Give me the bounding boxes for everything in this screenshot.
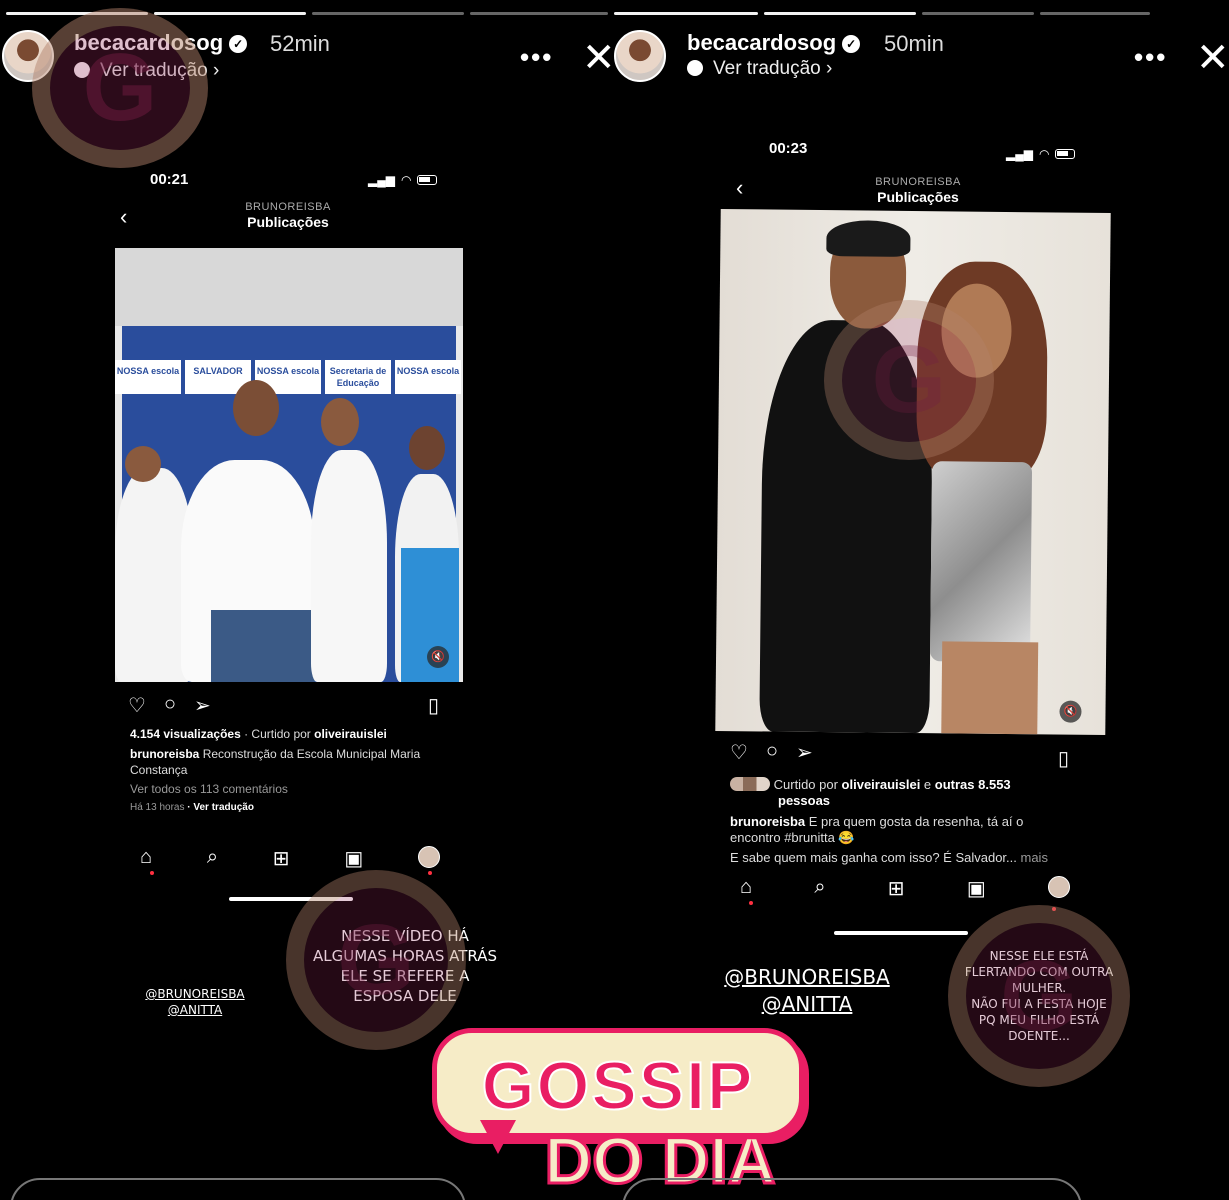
verified-icon: ✓	[842, 35, 861, 53]
person-head	[409, 426, 445, 470]
watermark-logo: G	[948, 905, 1130, 1087]
banner-1: NOSSA escola	[115, 360, 181, 394]
watermark-logo: G	[824, 300, 994, 460]
status-clock: 00:21	[150, 171, 189, 188]
notification-dot	[749, 901, 753, 905]
bookmark-icon[interactable]: ▯	[428, 693, 439, 718]
reply-input[interactable]	[622, 1178, 1082, 1200]
close-icon[interactable]: ✕	[582, 38, 616, 78]
status-icons: ▂▄▆ ◠	[1006, 147, 1076, 161]
reels-icon[interactable]: ▣	[967, 876, 986, 901]
signal-icon: ▂▄▆	[1006, 147, 1033, 161]
banner-5: NOSSA escola	[395, 360, 461, 394]
share-icon[interactable]: ➢	[796, 740, 813, 765]
notification-dot	[150, 871, 154, 875]
add-post-icon[interactable]: ⊞	[273, 846, 290, 871]
wifi-icon: ◠	[400, 173, 412, 187]
mute-icon[interactable]: 🔇	[427, 646, 449, 668]
man-hair	[826, 220, 911, 257]
view-comments-link[interactable]: Ver todos os 113 comentários	[130, 781, 460, 797]
story-time: 50min	[884, 31, 944, 56]
post-caption-more: E sabe quem mais ganha com isso? É Salva…	[730, 850, 1048, 865]
post-caption: brunoreisba Reconstrução da Escola Munic…	[130, 747, 421, 777]
mute-icon[interactable]: 🔇	[1059, 700, 1082, 723]
translate-link[interactable]: Ver tradução ›	[687, 58, 832, 80]
search-icon[interactable]: ⌕	[814, 876, 825, 901]
post-photo[interactable]: 🔇	[715, 208, 1111, 736]
page-title: Publicações	[877, 189, 959, 205]
mention-brunoreisba[interactable]: @BRUNOREISBA	[722, 964, 892, 991]
mention-stickers[interactable]: @BRUNOREISBA @ANITTA	[140, 986, 250, 1018]
ig-navbar: ⌂ ⌕ ⊞ ▣	[740, 876, 1070, 901]
speaker-head	[233, 380, 279, 436]
more-options-icon[interactable]: •••	[1134, 42, 1167, 73]
post-actions: ♡ ○ ➢	[128, 693, 211, 718]
signal-icon: ▂▄▆	[368, 173, 395, 187]
post-video[interactable]: NOSSA escola SALVADOR NOSSA escola Secre…	[115, 248, 463, 682]
post-account: BRUNOREISBA	[245, 201, 331, 213]
person-head	[125, 446, 161, 482]
avatar[interactable]	[614, 30, 666, 82]
status-clock: 00:23	[769, 140, 808, 157]
status-icons: ▂▄▆ ◠	[368, 173, 438, 187]
comment-icon[interactable]: ○	[766, 740, 778, 765]
mention-brunoreisba[interactable]: @BRUNOREISBA	[140, 986, 250, 1002]
reels-icon[interactable]: ▣	[344, 846, 363, 871]
story-username[interactable]: becacardosog ✓	[687, 30, 861, 56]
profile-avatar[interactable]	[417, 846, 440, 868]
wifi-icon: ◠	[1038, 147, 1050, 161]
add-post-icon[interactable]: ⊞	[888, 876, 905, 901]
more-link[interactable]: mais	[1017, 850, 1048, 865]
post-actions: ♡ ○ ➢	[730, 740, 813, 765]
back-icon[interactable]: ‹	[736, 175, 743, 201]
event-banners: NOSSA escola SALVADOR NOSSA escola Secre…	[115, 360, 463, 394]
home-icon[interactable]: ⌂	[140, 846, 152, 871]
logo-speech-tail	[480, 1120, 516, 1154]
story-progress	[614, 12, 1150, 15]
verified-icon: ✓	[229, 35, 248, 53]
profile-avatar[interactable]	[1047, 876, 1070, 898]
post-likes: Curtido por oliveirauislei e outras 8.55…	[730, 777, 1070, 809]
post-account: BRUNOREISBA	[875, 176, 961, 188]
mention-anitta[interactable]: @ANITTA	[140, 1002, 250, 1018]
person-middle	[311, 450, 387, 682]
reply-input[interactable]	[10, 1178, 466, 1200]
back-icon[interactable]: ‹	[120, 204, 127, 230]
ig-navbar: ⌂ ⌕ ⊞ ▣	[140, 846, 440, 871]
bookmark-icon[interactable]: ▯	[1058, 746, 1069, 771]
story-time: 52min	[270, 31, 330, 56]
notification-dot	[428, 871, 432, 875]
speech-bubble-icon	[687, 60, 703, 76]
battery-icon	[417, 175, 438, 185]
heart-icon[interactable]: ♡	[128, 693, 146, 718]
person-head	[321, 398, 359, 446]
share-icon[interactable]: ➢	[194, 693, 211, 718]
battery-icon	[1055, 149, 1076, 159]
more-options-icon[interactable]: •••	[520, 42, 553, 73]
home-indicator	[834, 931, 968, 935]
mention-stickers[interactable]: @BRUNOREISBA @ANITTA	[722, 964, 892, 1018]
right-story: becacardosog ✓ 50min Ver tradução › ••• ✕…	[614, 0, 1229, 1200]
comment-icon[interactable]: ○	[164, 693, 176, 718]
mention-anitta[interactable]: @ANITTA	[722, 991, 892, 1018]
post-likes: 4.154 visualizações · Curtido por olivei…	[130, 727, 387, 741]
logo-line-1: GOSSIP	[481, 1047, 755, 1125]
post-time: Há 13 horas · Ver tradução	[130, 802, 254, 813]
speaker-jeans	[211, 610, 315, 682]
heart-icon[interactable]: ♡	[730, 740, 748, 765]
search-icon[interactable]: ⌕	[207, 846, 218, 871]
silver-outfit	[930, 461, 1033, 663]
page-title: Publicações	[247, 214, 329, 230]
post-caption: brunoreisba E pra quem gosta da resenha,…	[730, 814, 1024, 845]
watermark-logo: G	[32, 8, 208, 168]
home-icon[interactable]: ⌂	[740, 876, 752, 901]
watermark-logo: G	[286, 870, 466, 1050]
woman-legs	[941, 641, 1039, 735]
banner-4: Secretaria de Educação	[325, 360, 391, 394]
close-icon[interactable]: ✕	[1196, 38, 1229, 78]
likers-avatars	[730, 777, 770, 791]
